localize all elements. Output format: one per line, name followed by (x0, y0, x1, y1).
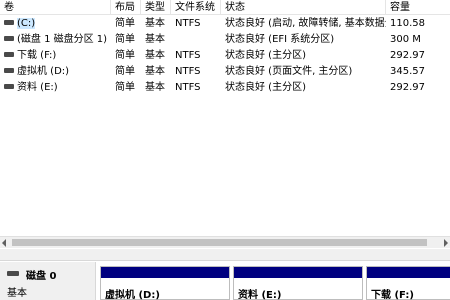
volume-row-f[interactable]: 下载 (F:) 简单 基本 NTFS 状态良好 (主分区) 292.97 (0, 48, 450, 64)
scroll-left-icon[interactable] (2, 239, 6, 247)
volume-status: 状态良好 (页面文件, 主分区) (225, 66, 353, 77)
partition-label: 资料 (E:) (238, 290, 282, 300)
volume-capacity: 110.58 (390, 18, 425, 29)
drive-icon (4, 19, 14, 25)
horizontal-scrollbar[interactable] (0, 236, 450, 248)
column-header-layout[interactable]: 布局 (111, 0, 141, 15)
column-header-volume[interactable]: 卷 (0, 0, 111, 15)
disk-map: 磁盘 0 基本 虚拟机 (D:) 资料 (E:) 下载 (F:) (0, 262, 450, 300)
disk-0-label[interactable]: 磁盘 0 基本 (0, 262, 96, 300)
volume-name: 虚拟机 (D:) (17, 66, 70, 77)
volume-name: 资料 (E:) (17, 82, 58, 93)
volume-row-e[interactable]: 资料 (E:) 简单 基本 NTFS 状态良好 (主分区) 292.97 (0, 80, 450, 96)
volume-status: 状态良好 (主分区) (225, 82, 306, 93)
volume-list-header: 卷 布局 类型 文件系统 状态 容量 (0, 0, 450, 15)
partition-bar (234, 267, 362, 278)
volume-capacity: 292.97 (390, 82, 425, 93)
volume-capacity: 292.97 (390, 50, 425, 61)
partition-d[interactable]: 虚拟机 (D:) (100, 266, 230, 300)
volume-type: 基本 (145, 82, 165, 93)
volume-layout: 简单 (115, 66, 135, 77)
volume-row-d[interactable]: 虚拟机 (D:) 简单 基本 NTFS 状态良好 (页面文件, 主分区) 345… (0, 64, 450, 80)
partition-label: 下载 (F:) (371, 290, 414, 300)
volume-layout: 简单 (115, 34, 135, 45)
partition-bar (367, 267, 450, 278)
volume-layout: 简单 (115, 82, 135, 93)
volume-type: 基本 (145, 66, 165, 77)
volume-name: (C:) (17, 18, 36, 29)
volume-filesystem: NTFS (175, 66, 201, 77)
column-header-status[interactable]: 状态 (221, 0, 386, 15)
volume-list: 卷 布局 类型 文件系统 状态 容量 (C:) 简单 基本 NTFS 状态良好 … (0, 0, 450, 235)
partition-bar (101, 267, 229, 278)
volume-layout: 简单 (115, 50, 135, 61)
column-header-capacity[interactable]: 容量 (386, 0, 450, 15)
volume-filesystem: NTFS (175, 50, 201, 61)
volume-name: 下载 (F:) (17, 50, 57, 61)
volume-layout: 简单 (115, 18, 135, 29)
volume-type: 基本 (145, 18, 165, 29)
volume-filesystem: NTFS (175, 82, 201, 93)
pane-splitter[interactable] (0, 249, 450, 261)
volume-status: 状态良好 (主分区) (225, 50, 306, 61)
column-header-filesystem[interactable]: 文件系统 (171, 0, 221, 15)
volume-type: 基本 (145, 50, 165, 61)
volume-filesystem: NTFS (175, 18, 201, 29)
drive-icon (4, 51, 14, 57)
drive-icon (4, 67, 14, 73)
drive-icon (4, 35, 14, 41)
volume-capacity: 300 M (390, 34, 421, 45)
disk-icon (7, 271, 19, 276)
partition-label: 虚拟机 (D:) (105, 290, 160, 300)
volume-row-efi[interactable]: (磁盘 1 磁盘分区 1) 简单 基本 状态良好 (EFI 系统分区) 300 … (0, 32, 450, 48)
volume-status: 状态良好 (启动, 故障转储, 基本数据分区) (225, 18, 386, 29)
partition-e[interactable]: 资料 (E:) (233, 266, 363, 300)
scrollbar-thumb[interactable] (12, 239, 427, 246)
volume-type: 基本 (145, 34, 165, 45)
volume-capacity: 345.57 (390, 66, 425, 77)
scroll-right-icon[interactable] (444, 239, 448, 247)
partition-f[interactable]: 下载 (F:) (366, 266, 450, 300)
volume-filesystem (171, 32, 221, 48)
disk-name: 磁盘 0 (26, 271, 57, 282)
disk-type: 基本 (7, 288, 27, 299)
volume-status: 状态良好 (EFI 系统分区) (225, 34, 335, 45)
column-header-type[interactable]: 类型 (141, 0, 171, 15)
volume-row-c[interactable]: (C:) 简单 基本 NTFS 状态良好 (启动, 故障转储, 基本数据分区) … (0, 16, 450, 32)
volume-name: (磁盘 1 磁盘分区 1) (17, 34, 108, 45)
drive-icon (4, 83, 14, 89)
